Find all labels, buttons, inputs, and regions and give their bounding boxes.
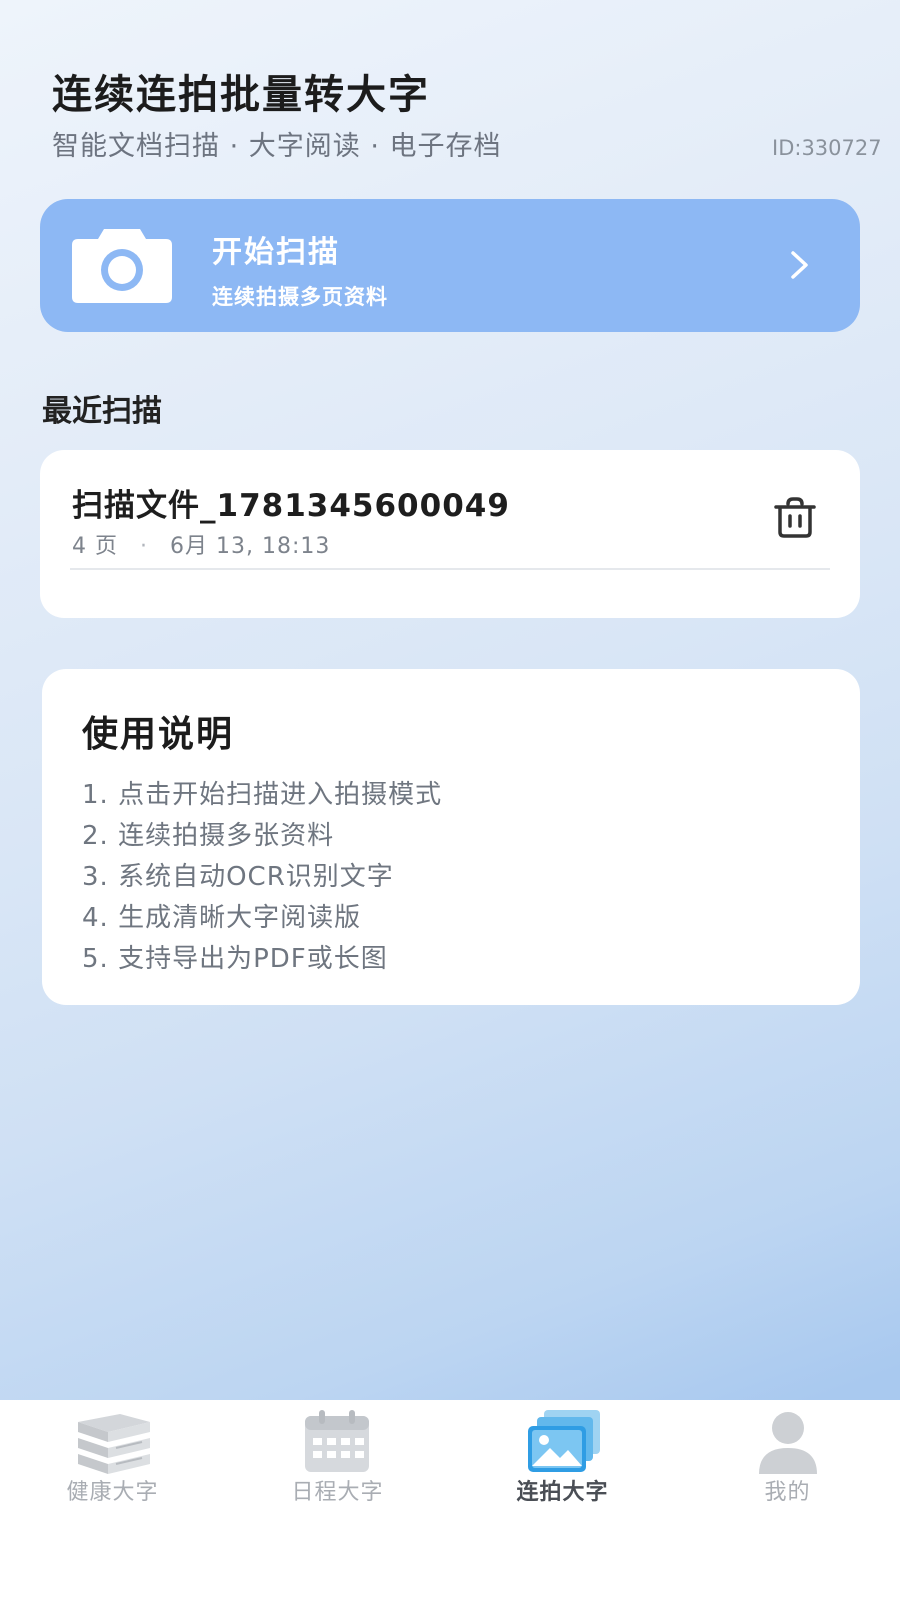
nav-label: 连拍大字 [516, 1480, 609, 1505]
user-icon [759, 1412, 817, 1474]
usage-guide-title: 使用说明 [82, 714, 235, 755]
guide-step: 1. 点击开始扫描进入拍摄模式 [82, 780, 443, 810]
guide-step: 3. 系统自动OCR识别文字 [82, 862, 394, 892]
nav-label: 日程大字 [291, 1480, 384, 1505]
nav-item-schedule[interactable]: 日程大字 [225, 1400, 450, 1520]
nav-item-health[interactable]: 健康大字 [0, 1400, 225, 1520]
guide-step: 5. 支持导出为PDF或长图 [82, 944, 388, 974]
scan-page-count: 4 页 [72, 534, 118, 559]
start-scan-button[interactable]: 开始扫描 连续拍摄多页资料 [40, 199, 860, 332]
calendar-icon [305, 1410, 369, 1472]
bottom-nav: 健康大字 日程大字 连拍大字 我的 [0, 1400, 900, 1600]
recent-scan-item[interactable]: 扫描文件_1781345600049 4 页 · 6月 13, 18:13 [40, 450, 860, 618]
scan-timestamp: 6月 13, 18:13 [170, 534, 331, 559]
scan-file-meta: 4 页 · 6月 13, 18:13 [72, 528, 330, 560]
user-id: ID:330727 [772, 136, 882, 160]
gallery-icon [528, 1410, 600, 1472]
divider [70, 568, 830, 570]
camera-icon [72, 229, 172, 303]
usage-guide-steps: 1. 点击开始扫描进入拍摄模式 2. 连续拍摄多张资料 3. 系统自动OCR识别… [82, 775, 442, 980]
nav-item-burst[interactable]: 连拍大字 [450, 1400, 675, 1520]
recent-scans-heading: 最近扫描 [42, 394, 162, 429]
scan-file-name: 扫描文件_1781345600049 [72, 488, 510, 524]
page-subtitle: 智能文档扫描 · 大字阅读 · 电子存档 [52, 131, 502, 162]
meta-separator: · [140, 534, 148, 559]
nav-item-profile[interactable]: 我的 [675, 1400, 900, 1520]
book-stack-icon [78, 1414, 150, 1474]
start-scan-sublabel: 连续拍摄多页资料 [212, 285, 388, 309]
page-title: 连续连拍批量转大字 [52, 72, 430, 118]
nav-label: 我的 [764, 1480, 811, 1505]
start-scan-label: 开始扫描 [212, 235, 340, 270]
usage-guide-card: 使用说明 1. 点击开始扫描进入拍摄模式 2. 连续拍摄多张资料 3. 系统自动… [42, 669, 860, 1005]
nav-label: 健康大字 [66, 1480, 159, 1505]
guide-step: 4. 生成清晰大字阅读版 [82, 903, 362, 933]
trash-icon[interactable] [772, 494, 818, 540]
guide-step: 2. 连续拍摄多张资料 [82, 821, 335, 851]
chevron-right-icon [791, 251, 808, 279]
